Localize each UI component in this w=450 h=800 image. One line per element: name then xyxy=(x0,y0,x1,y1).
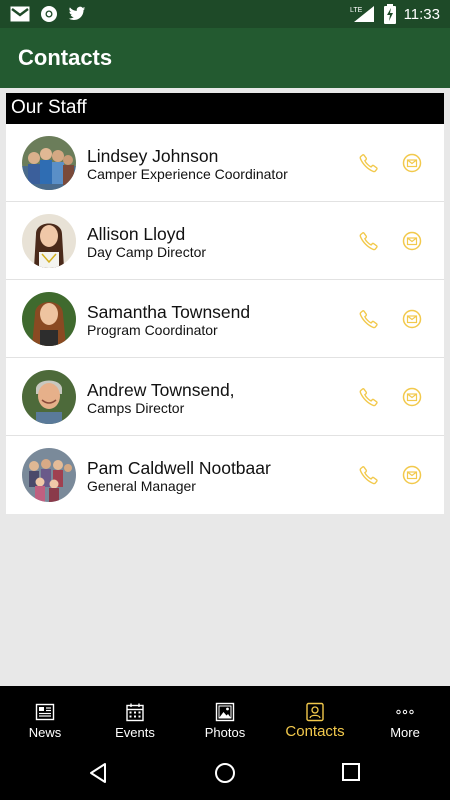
email-icon[interactable] xyxy=(402,153,422,173)
contact-row[interactable]: Allison Lloyd Day Camp Director xyxy=(6,202,444,280)
contacts-list: Lindsey Johnson Camper Experience Coordi… xyxy=(6,124,444,514)
twitter-icon xyxy=(68,6,86,22)
svg-text:LTE: LTE xyxy=(350,7,363,14)
avatar xyxy=(22,292,76,346)
page-title: Contacts xyxy=(18,45,113,70)
nav-label: Events xyxy=(115,725,155,740)
phone-icon[interactable] xyxy=(358,230,380,252)
contact-row[interactable]: Pam Caldwell Nootbaar General Manager xyxy=(6,436,444,514)
contact-name: Samantha Townsend xyxy=(87,302,251,322)
email-icon[interactable] xyxy=(402,231,422,251)
avatar xyxy=(22,370,76,424)
phone-icon[interactable] xyxy=(358,386,380,408)
more-dots-icon xyxy=(395,702,415,722)
contact-role: Camps Director xyxy=(87,400,185,416)
section-header: Our Staff xyxy=(6,93,444,124)
email-icon[interactable] xyxy=(402,309,422,329)
contact-row[interactable]: Samantha Townsend Program Coordinator xyxy=(6,280,444,358)
nav-item-photos[interactable]: Photos xyxy=(180,686,270,744)
contact-row[interactable]: Andrew Townsend, Camps Director xyxy=(6,358,444,436)
contact-role: Camper Experience Coordinator xyxy=(87,166,288,182)
phone-icon[interactable] xyxy=(358,464,380,486)
status-time: 11:33 xyxy=(403,5,440,23)
nav-item-contacts[interactable]: Contacts xyxy=(270,686,360,744)
nav-item-news[interactable]: News xyxy=(0,686,90,744)
home-icon[interactable] xyxy=(214,762,236,789)
phone-icon[interactable] xyxy=(358,308,380,330)
app-bar: Contacts xyxy=(0,28,450,88)
contact-card-icon xyxy=(305,702,325,722)
bottom-nav: News Events Photos Contacts More xyxy=(0,686,450,744)
content-area: Our Staff Lindsey Johnson Camper Experie… xyxy=(0,88,450,686)
avatar xyxy=(22,448,76,502)
battery-charging-icon xyxy=(383,4,396,24)
nav-label: More xyxy=(390,725,420,740)
phone-icon[interactable] xyxy=(358,152,380,174)
nav-label: News xyxy=(28,725,62,740)
nav-item-events[interactable]: Events xyxy=(90,686,180,744)
nav-item-more[interactable]: More xyxy=(360,686,450,744)
email-icon[interactable] xyxy=(402,387,422,407)
status-bar: LTE 11:33 xyxy=(0,0,450,28)
nav-label: Photos xyxy=(204,725,246,740)
newspaper-icon xyxy=(35,702,55,722)
email-icon[interactable] xyxy=(402,465,422,485)
photo-icon xyxy=(215,702,235,722)
back-icon[interactable] xyxy=(88,762,108,789)
chrome-icon xyxy=(40,5,58,23)
contact-row[interactable]: Lindsey Johnson Camper Experience Coordi… xyxy=(6,124,444,202)
contact-role: General Manager xyxy=(87,478,196,494)
recents-icon[interactable] xyxy=(341,762,361,787)
contact-name: Lindsey Johnson xyxy=(87,146,219,166)
contact-name: Pam Caldwell Nootbaar xyxy=(87,458,271,478)
avatar xyxy=(22,214,76,268)
contact-role: Day Camp Director xyxy=(87,244,207,260)
system-nav-bar xyxy=(0,744,450,800)
calendar-icon xyxy=(125,702,145,722)
gmail-icon xyxy=(10,6,30,22)
nav-label: Contacts xyxy=(285,723,345,740)
avatar xyxy=(22,136,76,190)
contact-role: Program Coordinator xyxy=(87,322,218,338)
contact-name: Allison Lloyd xyxy=(87,224,186,244)
contact-name: Andrew Townsend, xyxy=(87,380,235,400)
lte-signal-icon: LTE xyxy=(350,5,376,23)
